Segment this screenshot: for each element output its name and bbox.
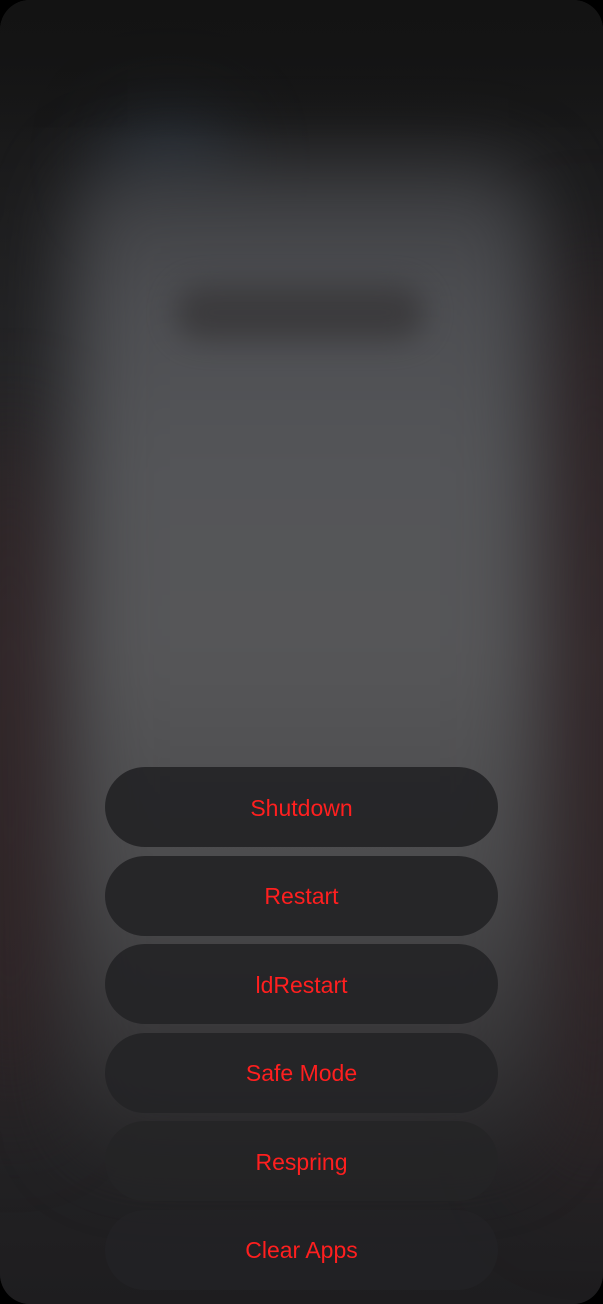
ldrestart-label: ldRestart: [255, 971, 348, 998]
power-menu-screen: Shutdown Restart ldRestart Safe Mode Res…: [0, 0, 603, 1304]
restart-label: Restart: [264, 883, 339, 909]
safe-mode-button[interactable]: Safe Mode: [105, 1032, 498, 1113]
shutdown-label: Shutdown: [250, 794, 353, 821]
power-options-menu: Shutdown Restart ldRestart Safe Mode Res…: [105, 767, 498, 1298]
restart-button[interactable]: Restart: [105, 855, 498, 936]
blurred-app-header: [175, 285, 425, 340]
clear-apps-button[interactable]: Clear Apps: [105, 1209, 498, 1290]
respring-button[interactable]: Respring: [105, 1121, 498, 1201]
safe-mode-label: Safe Mode: [245, 1060, 358, 1086]
clear-apps-label: Clear Apps: [245, 1237, 358, 1263]
ldrestart-button[interactable]: ldRestart: [105, 944, 498, 1024]
respring-label: Respring: [255, 1148, 348, 1175]
shutdown-button[interactable]: Shutdown: [105, 767, 498, 847]
top-shade: [0, 0, 603, 140]
